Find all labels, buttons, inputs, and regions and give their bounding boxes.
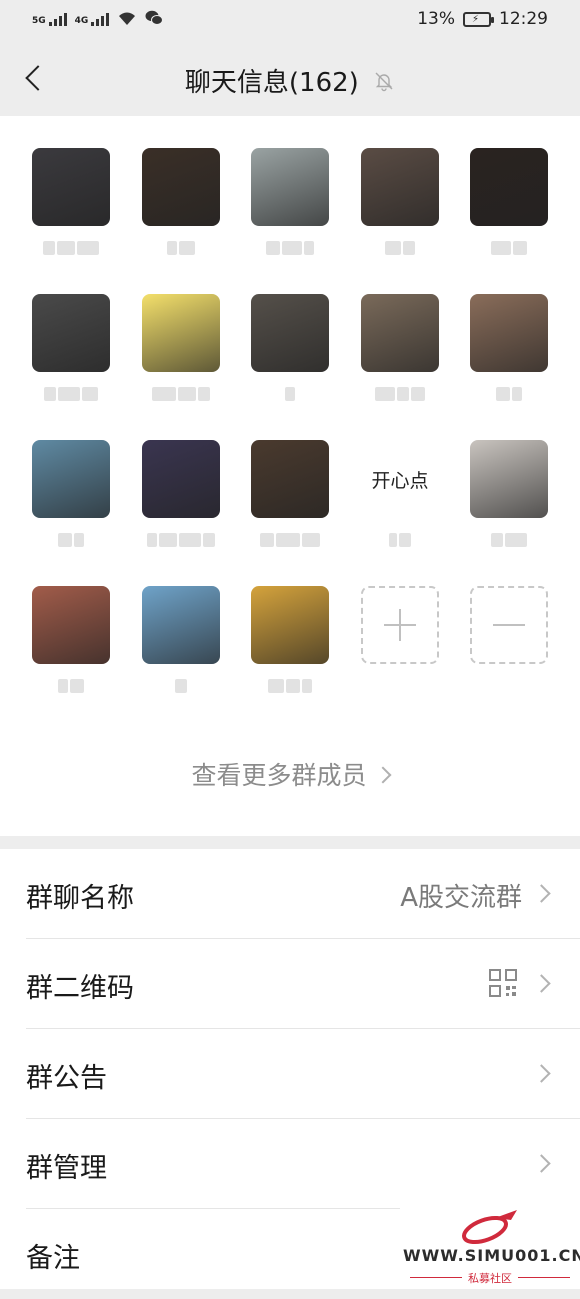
member-item[interactable] — [32, 294, 110, 404]
remark-label: 备注 — [26, 1243, 80, 1274]
member-name-redacted — [470, 238, 548, 258]
member-avatar — [470, 440, 548, 518]
member-avatar — [32, 440, 110, 518]
member-name-redacted — [32, 530, 110, 550]
group-name-row[interactable]: 群聊名称 A股交流群 — [0, 849, 580, 939]
view-more-members-link[interactable]: 查看更多群成员 — [0, 756, 580, 792]
group-manage-label: 群管理 — [26, 1153, 107, 1184]
bell-muted-icon — [375, 72, 393, 91]
chevron-right-icon — [532, 884, 551, 903]
plus-icon — [361, 586, 439, 664]
sim1-network-label: 5G — [32, 16, 46, 26]
nav-bar: 聊天信息(162) — [0, 40, 580, 116]
member-avatar — [142, 294, 220, 372]
member-item[interactable] — [142, 148, 220, 258]
watermark-subtitle: 私募社区 — [468, 1272, 512, 1285]
chevron-right-icon — [532, 1064, 551, 1083]
member-item[interactable] — [142, 586, 220, 696]
sim2-network-label: 4G — [74, 16, 89, 26]
member-item[interactable] — [32, 148, 110, 258]
page-title: 聊天信息(162) — [0, 62, 580, 99]
member-name-redacted — [470, 530, 548, 550]
member-avatar — [251, 148, 329, 226]
member-avatar — [470, 148, 548, 226]
member-name-redacted — [142, 384, 220, 404]
group-qr-label: 群二维码 — [26, 973, 134, 1004]
member-name-redacted — [251, 238, 329, 258]
member-avatar — [361, 294, 439, 372]
member-name-redacted — [251, 676, 329, 696]
member-avatar — [361, 148, 439, 226]
group-manage-row[interactable]: 群管理 — [0, 1119, 580, 1209]
minus-icon — [470, 586, 548, 664]
chevron-right-icon — [374, 766, 391, 784]
member-item[interactable] — [251, 294, 329, 404]
wifi-icon — [119, 12, 136, 25]
member-name-redacted — [251, 530, 329, 550]
divider — [518, 1277, 570, 1278]
member-name-redacted — [470, 384, 548, 404]
member-item[interactable] — [251, 440, 329, 550]
member-name-redacted — [32, 384, 110, 404]
member-name-redacted — [32, 676, 110, 696]
watermark-logo — [462, 1210, 517, 1245]
member-avatar — [142, 440, 220, 518]
remove-member-button[interactable] — [470, 586, 548, 664]
sim2-signal-icon: 4G — [75, 10, 110, 26]
chevron-right-icon — [532, 1154, 551, 1173]
member-name-redacted — [361, 238, 439, 258]
member-avatar — [251, 586, 329, 664]
group-notice-label: 群公告 — [26, 1063, 107, 1094]
group-qr-row[interactable]: 群二维码 — [0, 939, 580, 1029]
status-bar: 5G 4G 13% ⚡ 12:29 — [0, 0, 580, 40]
page-title-text: 聊天信息(162) — [184, 68, 359, 98]
member-avatar — [32, 586, 110, 664]
member-item[interactable] — [32, 440, 110, 550]
member-avatar — [32, 294, 110, 372]
member-name-redacted — [361, 384, 439, 404]
member-item[interactable]: 开心点 — [361, 440, 439, 550]
battery-charging-icon: ⚡ — [463, 11, 494, 27]
watermark-text: WWW.SIMU001.CN — [403, 1246, 580, 1265]
group-notice-row[interactable]: 群公告 — [0, 1029, 580, 1119]
member-item[interactable] — [251, 586, 329, 696]
signal-group: 5G 4G — [32, 10, 164, 26]
sim1-signal-icon: 5G — [32, 10, 67, 26]
member-item[interactable] — [32, 586, 110, 696]
member-avatar — [251, 440, 329, 518]
member-item[interactable] — [142, 440, 220, 550]
view-more-members-text: 查看更多群成员 — [191, 761, 367, 790]
member-avatar — [251, 294, 329, 372]
member-item[interactable] — [361, 294, 439, 404]
member-name-redacted — [142, 676, 220, 696]
member-item[interactable] — [470, 294, 548, 404]
member-name-redacted — [142, 530, 220, 550]
group-name-label: 群聊名称 — [26, 883, 134, 914]
member-avatar — [470, 294, 548, 372]
add-member-button[interactable] — [361, 586, 439, 664]
member-name-redacted — [32, 238, 110, 258]
clock: 12:29 — [499, 9, 548, 29]
member-item[interactable] — [142, 294, 220, 404]
wechat-icon — [145, 10, 164, 25]
member-avatar — [142, 586, 220, 664]
status-right: 13% ⚡ 12:29 — [417, 9, 548, 29]
member-item[interactable] — [470, 440, 548, 550]
member-name-redacted — [361, 530, 439, 550]
member-avatar — [142, 148, 220, 226]
member-name-redacted — [142, 238, 220, 258]
member-item[interactable] — [470, 148, 548, 258]
battery-percent: 13% — [417, 9, 455, 29]
group-name-value: A股交流群 — [400, 883, 522, 913]
member-item[interactable] — [251, 148, 329, 258]
qr-code-icon — [489, 969, 517, 997]
watermark: WWW.SIMU001.CN 私募社区 — [400, 1206, 580, 1289]
members-panel: 开心点查看更多群成员 — [0, 116, 580, 836]
member-item[interactable] — [361, 148, 439, 258]
chevron-right-icon — [532, 974, 551, 993]
member-name-redacted — [251, 384, 329, 404]
member-text-avatar: 开心点 — [371, 469, 429, 492]
member-avatar — [32, 148, 110, 226]
